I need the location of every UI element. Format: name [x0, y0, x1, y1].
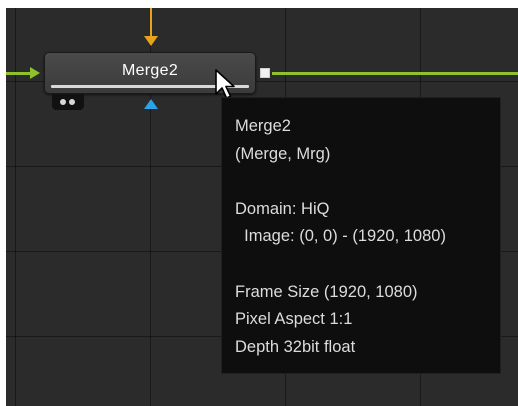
window-frame: Merge2 Merge2 (Merge, Mrg) Domain: HiQ I… — [0, 0, 518, 406]
left-viewer-dot-icon[interactable] — [60, 99, 66, 105]
background-connection-line[interactable] — [150, 8, 152, 36]
node-editor-canvas[interactable]: Merge2 Merge2 (Merge, Mrg) Domain: HiQ I… — [6, 8, 518, 406]
node-info-tooltip: Merge2 (Merge, Mrg) Domain: HiQ Image: (… — [222, 98, 500, 373]
output-connection-line[interactable] — [272, 72, 518, 75]
tooltip-node-name: Merge2 — [235, 117, 291, 135]
tooltip-depth: Depth 32bit float — [235, 338, 356, 356]
tooltip-image-domain: Image: (0, 0) - (1920, 1080) — [235, 227, 446, 245]
output-square-icon[interactable] — [260, 68, 270, 78]
background-input-triangle-icon[interactable] — [144, 36, 158, 46]
tooltip-node-type: (Merge, Mrg) — [235, 145, 331, 163]
tooltip-domain: Domain: HiQ — [235, 200, 330, 218]
right-viewer-dot-icon[interactable] — [69, 99, 75, 105]
foreground-input-triangle-icon[interactable] — [30, 67, 40, 79]
foreground-connection-line[interactable] — [6, 72, 32, 75]
tooltip-pixel-aspect: Pixel Aspect 1:1 — [235, 310, 353, 328]
tooltip-frame-size: Frame Size (1920, 1080) — [235, 283, 418, 301]
mask-input-triangle-icon[interactable] — [144, 99, 158, 109]
arrow-pointer-icon — [215, 69, 235, 99]
node-view-toggle[interactable] — [52, 94, 84, 110]
